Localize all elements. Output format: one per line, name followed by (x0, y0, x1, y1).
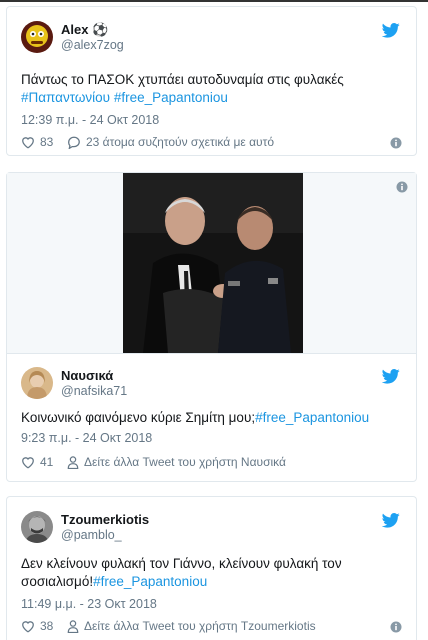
tweet-header: Tzoumerkiotis @pamblo_ (21, 511, 402, 547)
heart-icon (22, 456, 34, 469)
avatar[interactable] (21, 511, 53, 543)
page-top-rule (0, 0, 428, 2)
heart-icon (22, 620, 34, 633)
tweet-card-tzoumerkiotis: Tzoumerkiotis @pamblo_ Δεν κλείνουν φυλα… (6, 496, 417, 640)
tweet-text: Πάντως το ΠΑΣΟΚ χτυπάει αυτοδυναμία στις… (21, 71, 402, 107)
person-icon (67, 455, 79, 469)
more-tweets-text: Δείτε άλλα Tweet του χρήστη Ναυσικά (84, 455, 286, 469)
heart-icon (22, 136, 34, 149)
twitter-bird-icon[interactable] (382, 369, 400, 384)
media-divider (7, 353, 416, 354)
more-tweets-link[interactable]: Δείτε άλλα Tweet του χρήστη Ναυσικά (67, 455, 286, 469)
display-name[interactable]: Ναυσικά (61, 368, 113, 383)
tweet-timestamp[interactable]: 12:39 π.μ. - 24 Οκτ 2018 (21, 113, 159, 127)
hashtag-link[interactable]: #free_Papantoniou (255, 410, 369, 425)
tweet-photo[interactable] (123, 173, 303, 353)
display-name[interactable]: Alex ⚽ (61, 22, 108, 38)
reply-bubble-icon (68, 136, 80, 149)
like-button[interactable]: 83 (21, 135, 53, 149)
person-icon (67, 619, 79, 633)
like-count: 41 (40, 455, 54, 469)
user-handle[interactable]: @alex7zog (61, 38, 124, 52)
more-tweets-link[interactable]: Δείτε άλλα Tweet του χρήστη Tzoumerkioti… (67, 619, 316, 633)
like-count: 83 (40, 135, 54, 149)
display-name[interactable]: Tzoumerkiotis (61, 512, 149, 527)
tweet-actions: 83 23 άτομα συζητούν σχετικά με αυτό (21, 135, 402, 153)
tweet-actions: 38 Δείτε άλλα Tweet του χρήστη Tzoumerki… (21, 619, 402, 637)
discussion-text: 23 άτομα συζητούν σχετικά με αυτό (86, 135, 275, 149)
like-button[interactable]: 41 (21, 455, 53, 469)
tweet-text: Δεν κλείνουν φυλακή τον Γιάννο, κλείνουν… (21, 556, 342, 589)
like-button[interactable]: 38 (21, 619, 53, 633)
tweet-header: Alex ⚽ @alex7zog (21, 21, 402, 57)
twitter-bird-icon[interactable] (382, 513, 400, 528)
tweet-timestamp[interactable]: 9:23 π.μ. - 24 Οκτ 2018 (21, 431, 152, 445)
discussion-link[interactable]: 23 άτομα συζητούν σχετικά με αυτό (67, 135, 274, 149)
info-icon[interactable] (390, 137, 402, 149)
user-handle[interactable]: @pamblo_ (61, 528, 122, 542)
like-count: 38 (40, 619, 54, 633)
tweet-actions: 41 Δείτε άλλα Tweet του χρήστη Ναυσικά (21, 455, 402, 473)
twitter-bird-icon[interactable] (382, 23, 400, 38)
media-info-icon[interactable] (396, 181, 408, 193)
avatar[interactable] (21, 367, 53, 399)
tweet-text: Κοινωνικό φαινόμενο κύριε Σημίτη μου;#fr… (21, 410, 370, 425)
tweet-timestamp[interactable]: 11:49 μ.μ. - 23 Οκτ 2018 (21, 597, 157, 611)
more-tweets-text: Δείτε άλλα Tweet του χρήστη Tzoumerkioti… (84, 619, 316, 633)
soccer-ball-icon: ⚽ (92, 22, 109, 37)
info-icon[interactable] (390, 621, 402, 633)
tweet-card-alex: Alex ⚽ @alex7zog Πάντως το ΠΑΣΟΚ χτυπάει… (6, 6, 417, 156)
hashtag-link[interactable]: #free_Papantoniou (93, 574, 207, 589)
tweet-card-nafsika: Ναυσικά @nafsika71 Κοινωνικό φαινόμενο κ… (6, 172, 417, 482)
tweet-header: Ναυσικά @nafsika71 (21, 367, 402, 403)
user-handle[interactable]: @nafsika71 (61, 384, 127, 398)
hashtag-link[interactable]: #Παπαντωνίου #free_Papantoniou (21, 89, 402, 107)
avatar[interactable] (21, 21, 53, 53)
